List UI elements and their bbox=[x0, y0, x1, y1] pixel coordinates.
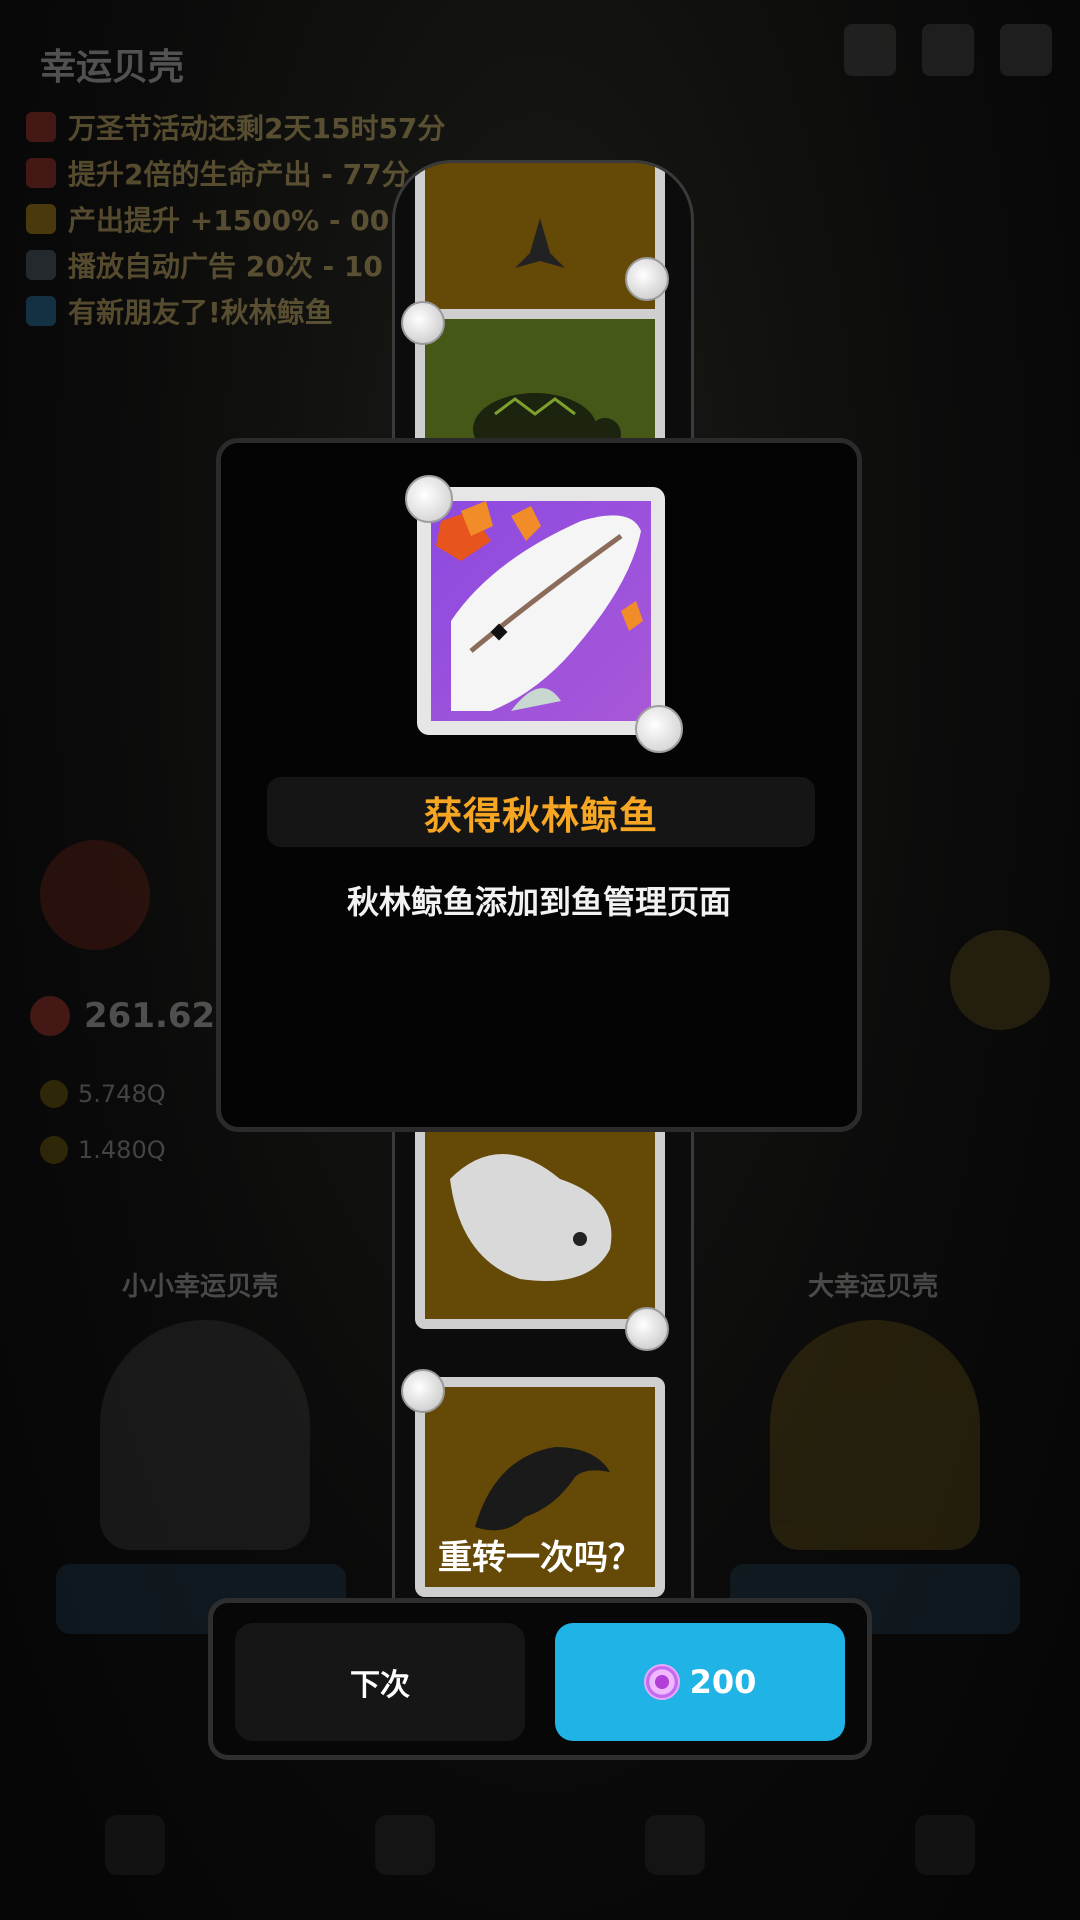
coin-icon bbox=[30, 996, 70, 1036]
next-time-label: 下次 bbox=[350, 1668, 410, 1703]
background-top-icons bbox=[844, 24, 1052, 76]
reward-card bbox=[417, 487, 665, 735]
news-icon bbox=[26, 112, 56, 142]
stat-row: 1.480Q bbox=[40, 1122, 166, 1178]
fish-nav-icon bbox=[375, 1815, 435, 1875]
news-icon bbox=[26, 296, 56, 326]
respin-pay-button[interactable]: 200 bbox=[555, 1623, 845, 1741]
autumn-whale-icon bbox=[436, 501, 643, 711]
respin-cost-label: 200 bbox=[689, 1663, 757, 1701]
beluga-icon bbox=[450, 1154, 612, 1281]
nav-icon bbox=[645, 1815, 705, 1875]
big-shell-machine bbox=[770, 1320, 980, 1550]
shell-icon bbox=[405, 475, 453, 523]
shell-icon bbox=[401, 301, 445, 345]
background-orb bbox=[950, 930, 1050, 1030]
alert-icon bbox=[922, 24, 974, 76]
news-item: 万圣节活动还剩2天15时57分 bbox=[26, 104, 445, 150]
stat-icon bbox=[40, 1136, 68, 1164]
background-stats: 5.748Q 1.480Q bbox=[40, 1066, 166, 1178]
reward-title-bar: 获得秋林鲸鱼 bbox=[267, 777, 815, 847]
reel-card bbox=[415, 1109, 665, 1329]
news-item: 提升2倍的生命产出 - 77分 bbox=[26, 150, 445, 196]
respin-action-bar: 下次 200 bbox=[208, 1598, 872, 1760]
game-screen: 幸运贝壳 万圣节活动还剩2天15时57分 提升2倍的生命产出 - 77分 产出提… bbox=[0, 0, 1080, 1920]
shell-icon bbox=[625, 257, 669, 301]
reward-title: 获得秋林鲸鱼 bbox=[423, 793, 658, 838]
reward-description: 秋林鲸鱼添加到鱼管理页面 bbox=[346, 883, 731, 921]
news-icon bbox=[26, 158, 56, 188]
shell-icon bbox=[635, 705, 683, 753]
shell-icon bbox=[401, 1369, 445, 1413]
news-item: 产出提升 +1500% - 00:5 bbox=[26, 196, 445, 242]
nav-icon bbox=[105, 1815, 165, 1875]
next-time-button[interactable]: 下次 bbox=[235, 1623, 525, 1741]
background-title: 幸运贝壳 bbox=[40, 47, 185, 88]
news-icon bbox=[26, 250, 56, 280]
reward-dialog: 获得秋林鲸鱼 秋林鲸鱼添加到鱼管理页面 bbox=[216, 438, 862, 1132]
mail-icon bbox=[844, 24, 896, 76]
pearl-gem-icon bbox=[643, 1664, 680, 1700]
respin-prompt: 重转一次吗？ bbox=[438, 1538, 642, 1578]
news-item: 有新朋友了!秋林鲸鱼 bbox=[26, 288, 445, 334]
nav-icon bbox=[915, 1815, 975, 1875]
stat-icon bbox=[40, 1080, 68, 1108]
background-bottom-nav bbox=[0, 1770, 1080, 1920]
background-orb bbox=[40, 840, 150, 950]
shell-icon bbox=[625, 1307, 669, 1351]
fish-tail-icon bbox=[515, 218, 565, 268]
small-shell-machine bbox=[100, 1320, 310, 1550]
stat-row: 5.748Q bbox=[40, 1066, 166, 1122]
dolphin-icon bbox=[475, 1447, 610, 1531]
big-shell-label: 大幸运贝壳 bbox=[808, 1272, 939, 1302]
background-news-list: 万圣节活动还剩2天15时57分 提升2倍的生命产出 - 77分 产出提升 +15… bbox=[26, 104, 445, 334]
news-icon bbox=[26, 204, 56, 234]
news-item: 播放自动广告 20次 - 10 bbox=[26, 242, 445, 288]
settings-icon bbox=[1000, 24, 1052, 76]
small-shell-label: 小小幸运贝壳 bbox=[122, 1272, 279, 1302]
